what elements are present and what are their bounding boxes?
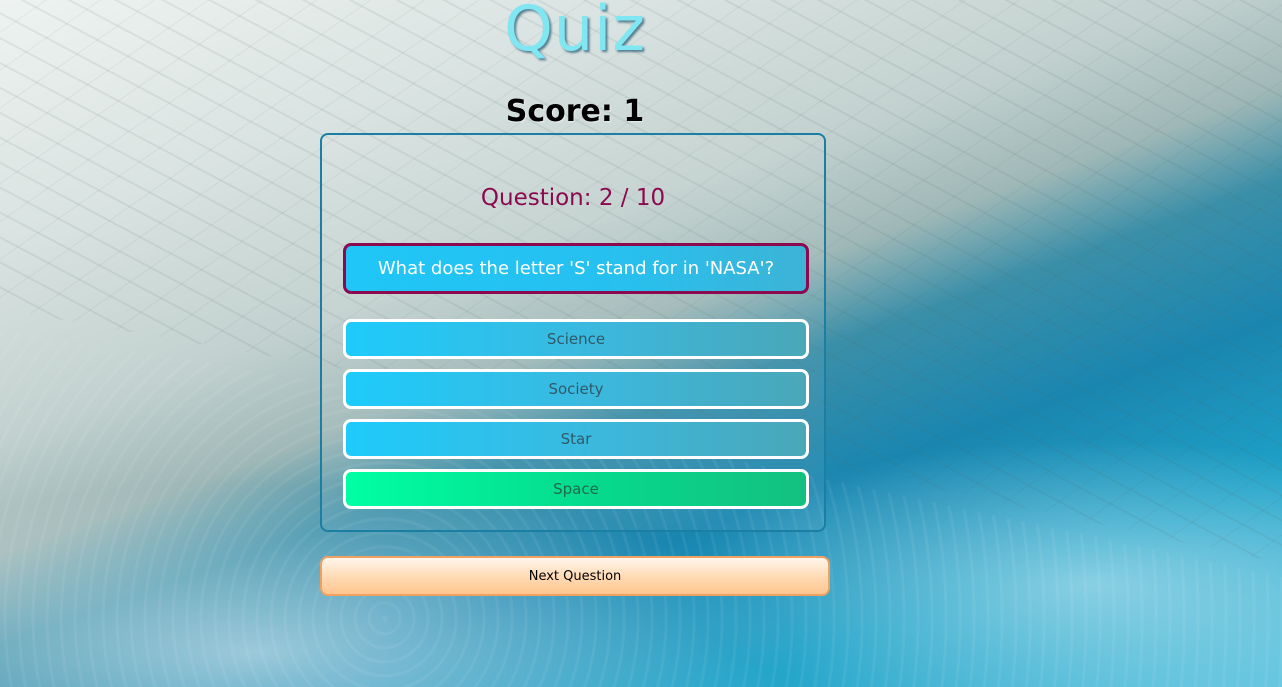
answer-button-society[interactable]: Society <box>343 369 809 409</box>
answer-button-space[interactable]: Space <box>343 469 809 509</box>
score-label: Score: 1 <box>505 94 645 129</box>
next-question-button[interactable]: Next Question <box>320 556 830 596</box>
question-counter: Question: 2 / 10 <box>480 185 666 211</box>
quiz-card: Question: 2 / 10 What does the letter 'S… <box>320 133 826 532</box>
page-title: Quiz <box>504 0 646 65</box>
question-text: What does the letter 'S' stand for in 'N… <box>343 243 809 294</box>
answer-button-star[interactable]: Star <box>343 419 809 459</box>
answer-button-science[interactable]: Science <box>343 319 809 359</box>
